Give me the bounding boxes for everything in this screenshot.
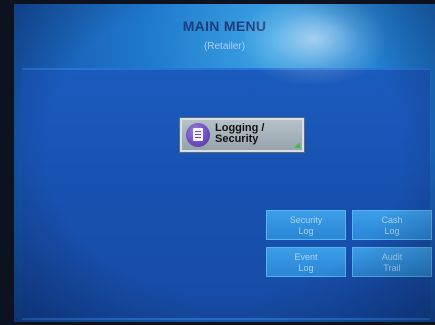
security-log-button[interactable]: Security Log — [266, 210, 346, 240]
selected-corner-icon — [294, 142, 300, 148]
logging-security-button[interactable]: Logging / Security — [180, 118, 304, 152]
page-title: MAIN MENU — [182, 18, 267, 34]
cash-log-button[interactable]: Cash Log — [352, 210, 432, 240]
event-log-button[interactable]: Event Log — [266, 247, 346, 277]
page-subtitle: (Retailer) — [203, 41, 246, 52]
audit-trail-button[interactable]: Audit Trail — [352, 247, 432, 277]
menu-panel: Logging / Security Security Log Cash Log… — [22, 68, 432, 320]
touchscreen: MAIN MENU (Retailer) Logging / Security … — [14, 4, 435, 322]
logging-security-label: Logging / Security — [215, 122, 265, 145]
menu-header: MAIN MENU (Retailer) — [14, 4, 435, 66]
document-icon — [186, 123, 210, 147]
